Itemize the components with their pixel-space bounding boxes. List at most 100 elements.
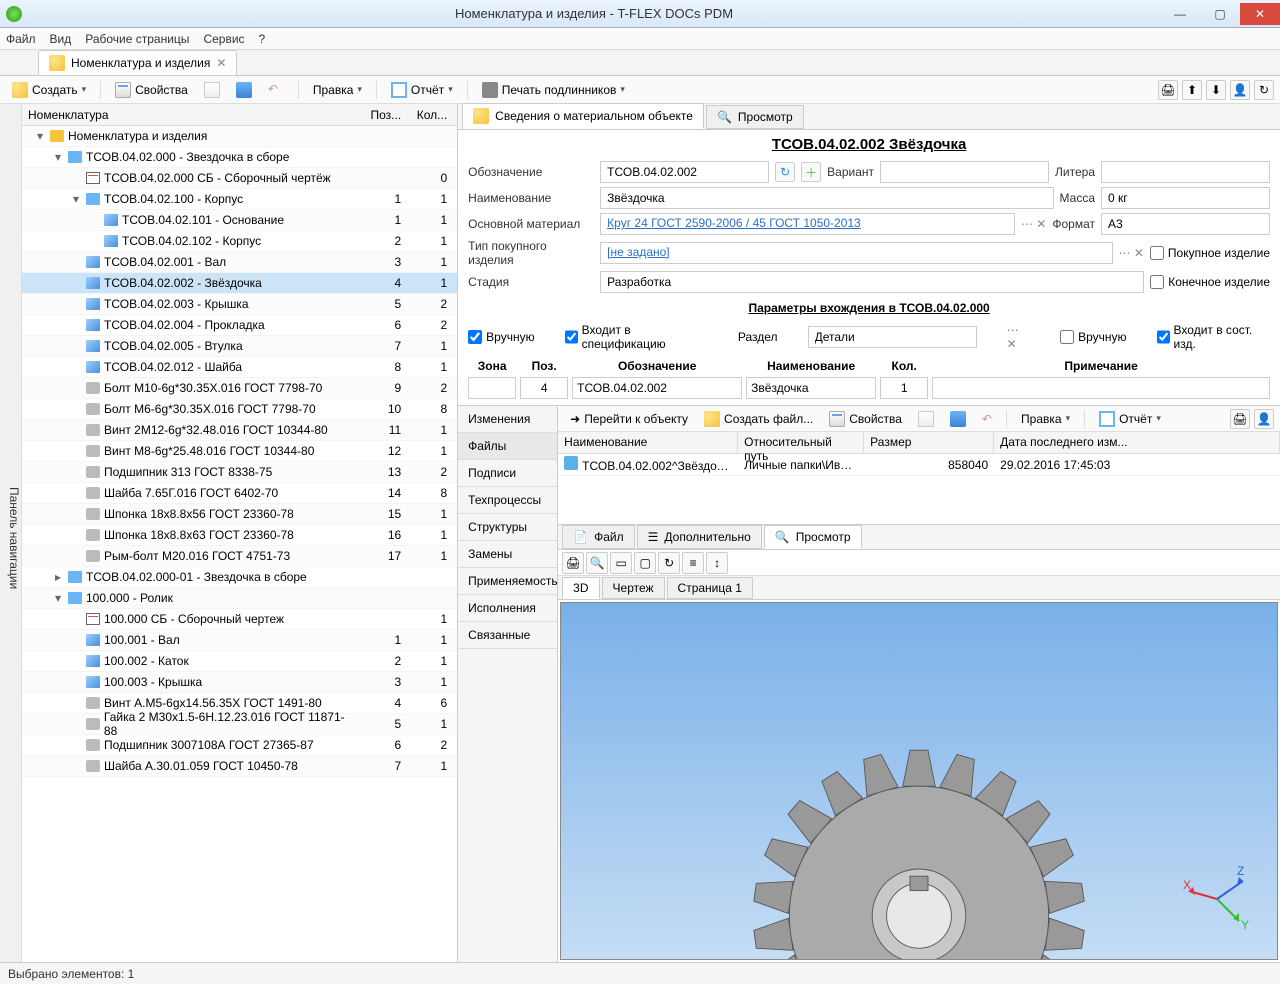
- input-designation[interactable]: [600, 161, 769, 183]
- document-tab[interactable]: Номенклатура и изделия ✕: [38, 50, 237, 75]
- tree-row[interactable]: ▾ТСОВ.04.02.000 - Звездочка в сборе: [22, 147, 457, 168]
- checkbox-purchased[interactable]: Покупное изделие: [1150, 246, 1270, 260]
- print-button[interactable]: Печать подлинников: [476, 80, 631, 100]
- pv-rotate-icon[interactable]: ↻: [658, 552, 680, 574]
- file-props-button[interactable]: Свойства: [823, 409, 908, 429]
- goto-button[interactable]: ➜Перейти к объекту: [564, 410, 694, 428]
- checkbox-final[interactable]: Конечное изделие: [1150, 275, 1270, 289]
- tree-row[interactable]: ТСОВ.04.02.000 СБ - Сборочный чертёж0: [22, 168, 457, 189]
- stab-changes[interactable]: Изменения: [458, 406, 557, 433]
- create-file-button[interactable]: Создать файл...: [698, 409, 819, 429]
- menu-service[interactable]: Сервис: [203, 32, 244, 46]
- link-material[interactable]: Круг 24 ГОСТ 2590-2006 / 45 ГОСТ 1050-20…: [600, 213, 1015, 235]
- file-row[interactable]: ТСОВ.04.02.002^Звёздочка.g... Личные пап…: [558, 454, 1280, 476]
- tree-row[interactable]: ТСОВ.04.02.003 - Крышка52: [22, 294, 457, 315]
- input-row-note[interactable]: [932, 377, 1270, 399]
- maximize-button[interactable]: ▢: [1200, 3, 1240, 25]
- cb-manual2[interactable]: Вручную: [1060, 330, 1126, 344]
- viewport-3d[interactable]: X Y Z: [560, 602, 1278, 960]
- tree-row[interactable]: ТСОВ.04.02.002 - Звёздочка41: [22, 273, 457, 294]
- close-tab-icon[interactable]: ✕: [216, 56, 226, 70]
- input-stage[interactable]: [600, 271, 1144, 293]
- input-format[interactable]: [1101, 213, 1270, 235]
- tree-row[interactable]: Болт М10-6g*30.35Х.016 ГОСТ 7798-7092: [22, 378, 457, 399]
- tree[interactable]: ▾Номенклатура и изделия▾ТСОВ.04.02.000 -…: [22, 126, 457, 962]
- toggle-icon[interactable]: ▸: [52, 570, 64, 584]
- file-save-icon[interactable]: [944, 409, 972, 429]
- file-edit-icon[interactable]: [912, 409, 940, 429]
- input-row-qty[interactable]: [880, 377, 928, 399]
- tool-import-icon[interactable]: ⬇: [1206, 80, 1226, 100]
- link-purchase-type[interactable]: [не задано]: [600, 242, 1112, 264]
- toggle-icon[interactable]: ▾: [70, 192, 82, 206]
- tree-row[interactable]: Шайба А.30.01.059 ГОСТ 10450-7871: [22, 756, 457, 777]
- tree-row[interactable]: ТСОВ.04.02.101 - Основание11: [22, 210, 457, 231]
- input-litera[interactable]: [1101, 161, 1270, 183]
- minimize-button[interactable]: —: [1160, 3, 1200, 25]
- file-report-dd[interactable]: Отчёт: [1093, 409, 1167, 429]
- vtab-page[interactable]: Страница 1: [667, 577, 753, 599]
- tree-row[interactable]: ТСОВ.04.02.001 - Вал31: [22, 252, 457, 273]
- file-edit-dd[interactable]: Правка: [1015, 410, 1076, 428]
- tab-info[interactable]: Сведения о материальном объекте: [462, 103, 704, 129]
- tree-row[interactable]: ▸ТСОВ.04.02.000-01 - Звездочка в сборе: [22, 567, 457, 588]
- input-row-designation[interactable]: [572, 377, 742, 399]
- stab-linked[interactable]: Связанные: [458, 622, 557, 649]
- tab-preview[interactable]: 🔍Просмотр: [706, 105, 804, 129]
- file-print-icon[interactable]: 🖨: [1230, 409, 1250, 429]
- cb-incomp[interactable]: Входит в сост. изд.: [1157, 323, 1270, 351]
- tree-row[interactable]: Винт М8-6g*25.48.016 ГОСТ 10344-80121: [22, 441, 457, 462]
- sidebar-nav[interactable]: Панель навигации: [7, 487, 21, 589]
- tree-row[interactable]: ▾Номенклатура и изделия: [22, 126, 457, 147]
- save-icon-button[interactable]: [230, 80, 258, 100]
- tree-row[interactable]: 100.000 СБ - Сборочный чертеж1: [22, 609, 457, 630]
- pv-measure-icon[interactable]: ↕: [706, 552, 728, 574]
- toggle-icon[interactable]: ▾: [52, 150, 64, 164]
- report-button[interactable]: Отчёт: [385, 80, 459, 100]
- tree-col-pos[interactable]: Поз...: [357, 108, 407, 122]
- refresh-icon[interactable]: ↻: [775, 162, 795, 182]
- tree-row[interactable]: Подшипник 3007108А ГОСТ 27365-8762: [22, 735, 457, 756]
- file-user-icon[interactable]: 👤: [1254, 409, 1274, 429]
- stab-struct[interactable]: Структуры: [458, 514, 557, 541]
- tree-row[interactable]: Шайба 7.65Г.016 ГОСТ 6402-70148: [22, 483, 457, 504]
- tree-row[interactable]: Шпонка 18х8.8х56 ГОСТ 23360-78151: [22, 504, 457, 525]
- edit-button[interactable]: Правка: [307, 81, 368, 99]
- fcol-date[interactable]: Дата последнего изм...: [994, 432, 1280, 453]
- fcol-size[interactable]: Размер: [864, 432, 994, 453]
- tree-row[interactable]: Шпонка 18х8.8х63 ГОСТ 23360-78161: [22, 525, 457, 546]
- tree-row[interactable]: 100.001 - Вал11: [22, 630, 457, 651]
- tree-row[interactable]: ТСОВ.04.02.102 - Корпус21: [22, 231, 457, 252]
- tree-row[interactable]: Гайка 2 М30x1.5-6Н.12.23.016 ГОСТ 11871-…: [22, 714, 457, 735]
- add-icon[interactable]: ＋: [801, 162, 821, 182]
- fcol-name[interactable]: Наименование: [558, 432, 738, 453]
- tree-row[interactable]: ТСОВ.04.02.004 - Прокладка62: [22, 315, 457, 336]
- input-variant[interactable]: [880, 161, 1049, 183]
- stab-exec[interactable]: Исполнения: [458, 595, 557, 622]
- tree-row[interactable]: Подшипник 313 ГОСТ 8338-75132: [22, 462, 457, 483]
- pv-print-icon[interactable]: 🖨: [562, 552, 584, 574]
- subtab-file[interactable]: 📄Файл: [562, 525, 634, 549]
- close-button[interactable]: ✕: [1240, 3, 1280, 25]
- vtab-draw[interactable]: Чертеж: [602, 577, 665, 599]
- input-section[interactable]: [808, 326, 977, 348]
- tree-row[interactable]: ▾100.000 - Ролик: [22, 588, 457, 609]
- stab-usage[interactable]: Применяемость: [458, 568, 557, 595]
- pv-layers-icon[interactable]: ≡: [682, 552, 704, 574]
- props-button[interactable]: Свойства: [109, 80, 194, 100]
- vtab-3d[interactable]: 3D: [562, 577, 599, 599]
- pv-fit2-icon[interactable]: ▢: [634, 552, 656, 574]
- pv-zoom-icon[interactable]: 🔍: [586, 552, 608, 574]
- menu-pages[interactable]: Рабочие страницы: [85, 32, 189, 46]
- subtab-extra[interactable]: ☰Дополнительно: [637, 525, 762, 549]
- tree-row[interactable]: Рым-болт М20.016 ГОСТ 4751-73171: [22, 546, 457, 567]
- input-pos[interactable]: [520, 377, 568, 399]
- stab-tech[interactable]: Техпроцессы: [458, 487, 557, 514]
- input-name[interactable]: [600, 187, 1053, 209]
- tool-user-icon[interactable]: 👤: [1230, 80, 1250, 100]
- stab-files[interactable]: Файлы: [458, 433, 557, 460]
- stab-signs[interactable]: Подписи: [458, 460, 557, 487]
- fcol-path[interactable]: Относительный путь: [738, 432, 864, 453]
- input-row-name[interactable]: [746, 377, 876, 399]
- pv-fit1-icon[interactable]: ▭: [610, 552, 632, 574]
